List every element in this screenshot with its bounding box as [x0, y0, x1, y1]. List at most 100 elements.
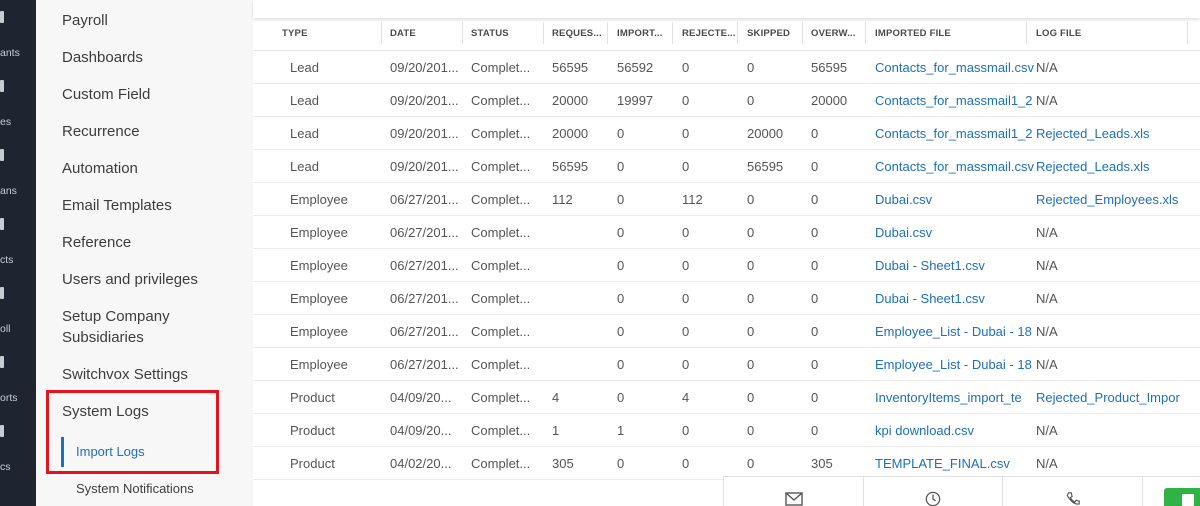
- rail-nav-label[interactable]: ans: [0, 185, 17, 197]
- table-cell: 0: [617, 357, 625, 372]
- column-divider[interactable]: [1187, 22, 1188, 44]
- table-cell: 1: [617, 423, 625, 438]
- sidebar-item-reference[interactable]: Reference: [62, 232, 131, 253]
- column-header[interactable]: SKIPPED: [747, 22, 807, 50]
- table-cell: [552, 348, 612, 381]
- table-cell: 19997: [617, 93, 654, 108]
- column-header[interactable]: REQUES...: [552, 22, 612, 50]
- mail-icon[interactable]: [785, 491, 803, 506]
- table-cell: 0: [747, 93, 755, 108]
- column-divider[interactable]: [1026, 22, 1027, 44]
- column-divider[interactable]: [802, 22, 803, 44]
- rail-nav-label[interactable]: es: [0, 116, 11, 128]
- table-cell: 0: [682, 126, 690, 141]
- imported-file-link[interactable]: Dubai.csv: [875, 183, 1035, 216]
- rail-nav-label[interactable]: orts: [0, 392, 18, 404]
- table-cell: N/A: [1036, 357, 1058, 372]
- sidebar-item-payroll[interactable]: Payroll: [62, 10, 108, 31]
- rail-nav-icon[interactable]: [0, 356, 4, 368]
- rail-nav-label[interactable]: cts: [0, 254, 13, 266]
- clock-icon[interactable]: [924, 491, 942, 506]
- table-row[interactable]: Employee 06/27/201... Complet... 0 0 0 0 Dubai …: [253, 282, 1200, 315]
- column-header[interactable]: LOG FILE: [1036, 22, 1198, 50]
- column-divider[interactable]: [865, 22, 866, 44]
- column-divider[interactable]: [672, 22, 673, 44]
- table-row[interactable]: Employee 06/27/201... Complet... 112 0 112 0 0 D…: [253, 183, 1200, 216]
- rail-nav-label[interactable]: oll: [0, 323, 11, 335]
- table-cell: 09/20/201...: [390, 159, 459, 174]
- table-cell: 0: [682, 93, 690, 108]
- table-cell: 0: [811, 423, 819, 438]
- imported-file-link[interactable]: Dubai.csv: [875, 216, 1035, 249]
- sidebar-item-recurrence[interactable]: Recurrence: [62, 121, 140, 142]
- rail-nav-label[interactable]: cs: [0, 461, 11, 473]
- imported-file-link[interactable]: Contacts_for_massmail1_2: [875, 84, 1035, 117]
- table-cell: 0: [747, 390, 755, 405]
- column-divider[interactable]: [607, 22, 608, 44]
- table-cell: N/A: [1036, 291, 1058, 306]
- table-cell: 06/27/201...: [390, 192, 459, 207]
- column-divider[interactable]: [462, 22, 463, 44]
- imported-file-link[interactable]: Contacts_for_massmail.csv: [875, 150, 1035, 183]
- column-divider[interactable]: [737, 22, 738, 44]
- table-row[interactable]: Product 04/09/20... Complet... 1 1 0 0 0 kpi dow…: [253, 414, 1200, 447]
- column-header[interactable]: REJECTE...: [682, 22, 742, 50]
- imported-file-link[interactable]: Dubai - Sheet1.csv: [875, 249, 1035, 282]
- table-cell: 0: [747, 423, 755, 438]
- table-row[interactable]: Employee 06/27/201... Complet... 0 0 0 0 Employ…: [253, 348, 1200, 381]
- imported-file-link[interactable]: Employee_List - Dubai - 18: [875, 348, 1035, 381]
- column-header[interactable]: STATUS: [471, 22, 547, 50]
- table-cell: 56595: [552, 60, 589, 75]
- table-row[interactable]: Employee 06/27/201... Complet... 0 0 0 0 Employ…: [253, 315, 1200, 348]
- sidebar-item-switchvox-settings[interactable]: Switchvox Settings: [62, 364, 188, 385]
- log-file-link[interactable]: Rejected_Leads.xls: [1036, 117, 1196, 150]
- rail-nav-icon[interactable]: [0, 425, 4, 437]
- sidebar-subitem-system-notifications[interactable]: System Notifications: [76, 481, 194, 496]
- rail-nav-label[interactable]: ants: [0, 47, 20, 59]
- column-header[interactable]: OVERW...: [811, 22, 871, 50]
- log-file-link[interactable]: Rejected_Product_Impor: [1036, 381, 1196, 414]
- column-divider[interactable]: [543, 22, 544, 44]
- table-row[interactable]: Lead 09/20/201... Complet... 56595 0 0 56595 0 C…: [253, 150, 1200, 183]
- table-row[interactable]: Employee 06/27/201... Complet... 0 0 0 0 Dubai.…: [253, 216, 1200, 249]
- table-row[interactable]: Lead 09/20/201... Complet... 20000 19997 0 0 20…: [253, 84, 1200, 117]
- sidebar-item-custom-field[interactable]: Custom Field: [62, 84, 150, 105]
- rail-nav-icon[interactable]: [0, 11, 4, 23]
- imported-file-link[interactable]: InventoryItems_import_te: [875, 381, 1035, 414]
- imported-file-link[interactable]: Contacts_for_massmail1_2: [875, 117, 1035, 150]
- table-cell: 0: [811, 192, 819, 207]
- table-row[interactable]: Lead 09/20/201... Complet... 56595 56592 0 0 56…: [253, 51, 1200, 84]
- table-cell: Complet...: [471, 357, 531, 372]
- column-header[interactable]: IMPORTED FILE: [875, 22, 1035, 50]
- sidebar-item-users-and-privileges[interactable]: Users and privileges: [62, 269, 198, 290]
- sidebar-item-automation[interactable]: Automation: [62, 158, 138, 179]
- table-cell: 20000: [552, 93, 589, 108]
- log-file-link[interactable]: Rejected_Leads.xls: [1036, 150, 1196, 183]
- table-cell: 0: [811, 291, 819, 306]
- sidebar-item-email-templates[interactable]: Email Templates: [62, 195, 172, 216]
- rail-nav-icon[interactable]: [0, 287, 4, 299]
- rail-nav-icon[interactable]: [0, 218, 4, 230]
- table-cell: 0: [617, 159, 625, 174]
- chat-button[interactable]: [1164, 488, 1200, 506]
- table-cell: [552, 216, 612, 249]
- phone-icon[interactable]: [1064, 491, 1082, 506]
- table-cell: 0: [617, 390, 625, 405]
- rail-nav-icon[interactable]: [0, 80, 4, 92]
- toolbar-divider: [863, 477, 864, 506]
- column-header[interactable]: IMPORT...: [617, 22, 677, 50]
- column-header[interactable]: DATE: [390, 22, 468, 50]
- sidebar-item-setup-company-subsidiaries[interactable]: Setup Company Subsidiaries: [62, 306, 212, 348]
- imported-file-link[interactable]: Contacts_for_massmail.csv: [875, 51, 1035, 84]
- imported-file-link[interactable]: kpi download.csv: [875, 414, 1035, 447]
- table-row[interactable]: Lead 09/20/201... Complet... 20000 0 0 20000 0 C…: [253, 117, 1200, 150]
- imported-file-link[interactable]: Employee_List - Dubai - 18: [875, 315, 1035, 348]
- column-header[interactable]: TYPE: [282, 22, 382, 50]
- rail-nav-icon[interactable]: [0, 149, 4, 161]
- log-file-link[interactable]: Rejected_Employees.xls: [1036, 183, 1196, 216]
- sidebar-item-dashboards[interactable]: Dashboards: [62, 47, 143, 68]
- table-row[interactable]: Employee 06/27/201... Complet... 0 0 0 0 Dubai …: [253, 249, 1200, 282]
- column-divider[interactable]: [381, 22, 382, 44]
- imported-file-link[interactable]: Dubai - Sheet1.csv: [875, 282, 1035, 315]
- table-row[interactable]: Product 04/09/20... Complet... 4 0 4 0 0 Invento…: [253, 381, 1200, 414]
